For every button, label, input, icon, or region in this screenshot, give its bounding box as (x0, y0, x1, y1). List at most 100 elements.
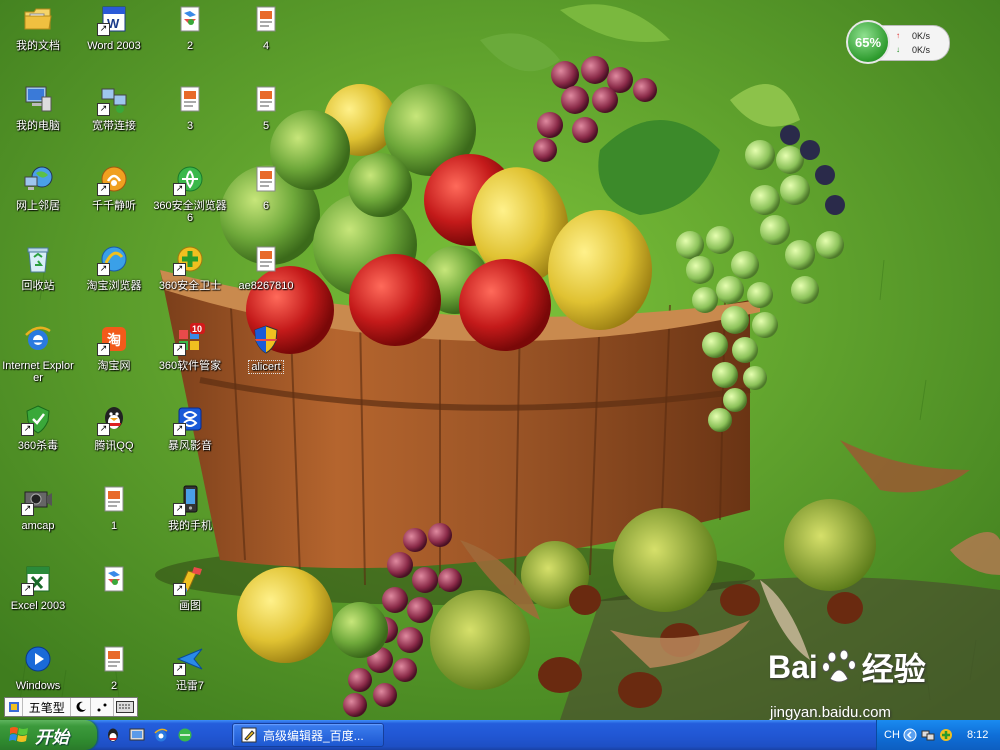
show-desktop-icon[interactable] (128, 726, 146, 744)
music-player-icon: ↗ (97, 162, 131, 196)
network-tray-icon[interactable] (919, 720, 937, 750)
picture-file-icon (173, 2, 207, 36)
shortcut-arrow-icon: ↗ (21, 423, 34, 436)
computer-icon (21, 82, 55, 116)
baidu-jingyan-watermark: Bai 经验 jingyan.baidu.com (762, 640, 982, 726)
camera-icon: ↗ (21, 482, 55, 516)
windows-logo-icon (9, 727, 28, 742)
document-icon (249, 2, 283, 36)
half-width-moon-icon[interactable] (71, 698, 92, 716)
document-icon (249, 242, 283, 276)
qq-penguin-icon[interactable] (104, 726, 122, 744)
shortcut-arrow-icon: ↗ (173, 503, 186, 516)
desktop-icon-paint[interactable]: ↗ 画图 (152, 562, 228, 640)
desktop-icon-xunlei[interactable]: ↗ 迅雷7 (152, 642, 228, 720)
shortcut-arrow-icon: ↗ (97, 183, 110, 196)
desktop-icon-taobao-browser[interactable]: ↗ 淘宝浏览器 (76, 242, 152, 320)
taobao-icon: 淘 ↗ (97, 322, 131, 356)
desktop-icon-my-documents[interactable]: 我的文档 (0, 2, 76, 80)
picture-file-icon (97, 562, 131, 596)
media-player-icon (21, 642, 55, 676)
download-speed-row: ↓ 0K/s (896, 45, 930, 55)
quick-launch-bar (104, 724, 194, 746)
qq-penguin-icon: ↗ (97, 402, 131, 436)
soft-keyboard-icon[interactable] (114, 698, 137, 716)
document-icon (173, 82, 207, 116)
tray-clock[interactable]: 8:12 (967, 720, 988, 750)
shortcut-arrow-icon: ↗ (97, 103, 110, 116)
mobile-phone-icon: ↗ (173, 482, 207, 516)
shortcut-arrow-icon: ↗ (173, 663, 186, 676)
taskbar-window-button[interactable]: 高级编辑器_百度... (232, 723, 384, 747)
ime-switch-icon[interactable] (5, 698, 24, 716)
taskbar: 开始 高级编辑器_百度... CH 8:12 (0, 720, 1000, 750)
ime-status-bar[interactable]: 五笔型 (4, 697, 138, 717)
internet-explorer-icon[interactable] (152, 726, 170, 744)
word-icon: W ↗ (97, 2, 131, 36)
excel-icon: ↗ (21, 562, 55, 596)
start-button[interactable]: 开始 (0, 720, 97, 750)
start-label: 开始 (35, 727, 69, 747)
update-count-badge: 10 (192, 324, 202, 334)
desktop-icon-alicert[interactable]: alicert (228, 322, 304, 400)
network-speed-meter[interactable]: 65% ↑ 0K/s ↓ 0K/s (846, 20, 950, 64)
desktop-icon-baofeng[interactable]: ↗ 暴风影音 (152, 402, 228, 480)
desktop-icon-taobao[interactable]: 淘 ↗ 淘宝网 (76, 322, 152, 400)
punctuation-icon[interactable] (91, 698, 114, 716)
document-icon (97, 482, 131, 516)
document-icon (249, 82, 283, 116)
shortcut-arrow-icon: ↗ (97, 263, 110, 276)
security-shield-icon (249, 322, 283, 356)
internet-explorer-icon (21, 322, 55, 356)
paw-icon (821, 649, 856, 683)
desktop-icon-file-2[interactable]: 2 (152, 2, 228, 80)
paint-icon: ↗ (173, 562, 207, 596)
desktop-icon-360-software-manager[interactable]: 10 ↗ 360软件管家 (152, 322, 228, 400)
desktop-icon-recycle-bin[interactable]: 回收站 (0, 242, 76, 320)
desktop-icon-word-2003[interactable]: W ↗ Word 2003 (76, 2, 152, 80)
desktop-icon-file-1[interactable]: 1 (76, 482, 152, 560)
360-safeguard-icon: ↗ (173, 242, 207, 276)
desktop-icon-file-4[interactable]: 4 (228, 2, 304, 80)
desktop-icon-360-antivirus[interactable]: ↗ 360杀毒 (0, 402, 76, 480)
360-software-manager-icon: 10 ↗ (173, 322, 207, 356)
download-arrow-icon: ↓ (896, 45, 900, 54)
desktop-icon-internet-explorer[interactable]: Internet Explorer (0, 322, 76, 400)
desktop-icon-ae8267810[interactable]: ae8267810 (228, 242, 304, 320)
shortcut-arrow-icon: ↗ (173, 583, 186, 596)
baofeng-player-icon: ↗ (173, 402, 207, 436)
shortcut-arrow-icon: ↗ (97, 343, 110, 356)
desktop-icon-360-browser[interactable]: ↗ 360安全浏览器6 (152, 162, 228, 240)
shortcut-arrow-icon: ↗ (97, 23, 110, 36)
taobao-browser-icon: ↗ (97, 242, 131, 276)
upload-arrow-icon: ↑ (896, 31, 900, 40)
shortcut-arrow-icon: ↗ (173, 183, 186, 196)
desktop-icon-qq[interactable]: ↗ 腾讯QQ (76, 402, 152, 480)
baidu-logo: Bai 经验 (768, 648, 926, 688)
desktop-icon-ttplayer[interactable]: ↗ 千千静听 (76, 162, 152, 240)
desktop-icon-file-3[interactable]: 3 (152, 82, 228, 160)
download-speed: 0K/s (912, 45, 931, 55)
xunlei-bird-icon: ↗ (173, 642, 207, 676)
desktop-icon-excel-2003[interactable]: ↗ Excel 2003 (0, 562, 76, 640)
ime-mode-label[interactable]: 五笔型 (23, 698, 71, 716)
desktop-icon-file-5[interactable]: 5 (228, 82, 304, 160)
desktop-icon-my-computer[interactable]: 我的电脑 (0, 82, 76, 160)
360-browser-icon[interactable] (176, 726, 194, 744)
shortcut-arrow-icon: ↗ (21, 503, 34, 516)
taskbar-window-title: 高级编辑器_百度... (263, 728, 364, 743)
desktop-icon-network-places[interactable]: 网上邻居 (0, 162, 76, 240)
desktop-icon-amcap[interactable]: ↗ amcap (0, 482, 76, 560)
folder-documents-icon (21, 2, 55, 36)
language-indicator[interactable]: CH (883, 720, 901, 750)
desktop-icon-360-safeguard[interactable]: ↗ 360安全卫士 (152, 242, 228, 320)
tray-expand-icon[interactable] (901, 720, 919, 750)
network-icon (21, 162, 55, 196)
desktop-icon-broadband[interactable]: ↗ 宽带连接 (76, 82, 152, 160)
shortcut-arrow-icon: ↗ (173, 263, 186, 276)
desktop-icon-file-6[interactable]: 6 (228, 162, 304, 240)
desktop-icon-my-phone[interactable]: ↗ 我的手机 (152, 482, 228, 560)
360-safeguard-tray-icon[interactable] (937, 720, 955, 750)
desktop-icon-image-file[interactable] (76, 562, 152, 640)
memory-usage-ball[interactable]: 65% (846, 20, 890, 64)
